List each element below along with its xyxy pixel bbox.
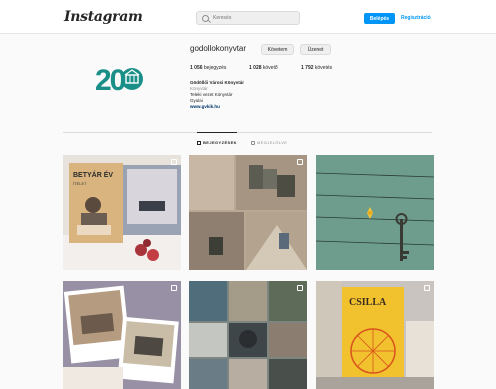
followers-count-label: követő: [262, 65, 278, 71]
following-count[interactable]: 1 792 követés: [301, 65, 332, 71]
bio-category: Könyvtár: [190, 86, 208, 91]
message-button[interactable]: Üzenet: [300, 44, 331, 55]
tabs-divider: [63, 132, 432, 133]
login-button[interactable]: Belépés: [364, 13, 395, 24]
post-thumbnail[interactable]: [189, 281, 307, 389]
posts-count: 1 056 bejegyzés: [190, 65, 226, 71]
bio-website-link[interactable]: www.gvkik.hu: [190, 104, 220, 109]
search-box[interactable]: [196, 11, 300, 25]
profile-username: godollokonyvtar: [190, 44, 247, 53]
bio-line-2: Gyulai: [190, 98, 203, 103]
carousel-icon: [297, 285, 303, 291]
bio-name: Gödöllői Városi Könyvtár: [190, 80, 245, 85]
carousel-icon: [424, 285, 430, 291]
bio-line-1: Teleki vezet Könyvtár: [190, 92, 233, 97]
tab-posts-label: BEJEGYZÉSEK: [203, 140, 237, 145]
follow-button[interactable]: Követem: [261, 44, 294, 55]
search-icon: [202, 14, 209, 22]
carousel-icon: [171, 159, 177, 165]
active-tab-indicator: [197, 132, 237, 133]
book-cover-title: BETYÁR ÉV: [73, 170, 113, 179]
grid-icon: [197, 140, 201, 145]
avatar-number: 20: [95, 64, 126, 97]
post-thumbnail[interactable]: CSILLA: [316, 281, 434, 389]
carousel-icon: [297, 159, 303, 165]
post-thumbnail[interactable]: [316, 155, 434, 270]
tab-tagged[interactable]: MEGJELÖLVE: [251, 140, 287, 145]
post-thumbnail[interactable]: [189, 155, 307, 270]
signup-link[interactable]: Regisztráció: [401, 15, 431, 21]
book-cover-subtitle: ÍTÉLET: [73, 181, 87, 186]
post-thumbnail[interactable]: [63, 281, 181, 389]
poster-title: CSILLA: [349, 297, 387, 308]
profile-avatar[interactable]: 20: [95, 60, 145, 98]
followers-count[interactable]: 1 028 követő: [249, 65, 278, 71]
tab-tagged-label: MEGJELÖLVE: [257, 140, 288, 145]
top-navigation-bar: Instagram Belépés Regisztráció: [0, 0, 496, 34]
carousel-icon: [171, 285, 177, 291]
tab-posts[interactable]: BEJEGYZÉSEK: [197, 140, 237, 145]
following-count-value: 1 792: [301, 65, 314, 71]
post-thumbnail[interactable]: BETYÁR ÉV ÍTÉLET: [63, 155, 181, 270]
search-input[interactable]: [213, 15, 293, 21]
followers-count-value: 1 028: [249, 65, 262, 71]
posts-count-label: bejegyzés: [203, 65, 227, 71]
instagram-logo[interactable]: Instagram: [64, 9, 143, 25]
posts-count-value: 1 056: [190, 65, 203, 71]
tag-icon: [251, 140, 255, 145]
following-count-label: követés: [314, 65, 333, 71]
